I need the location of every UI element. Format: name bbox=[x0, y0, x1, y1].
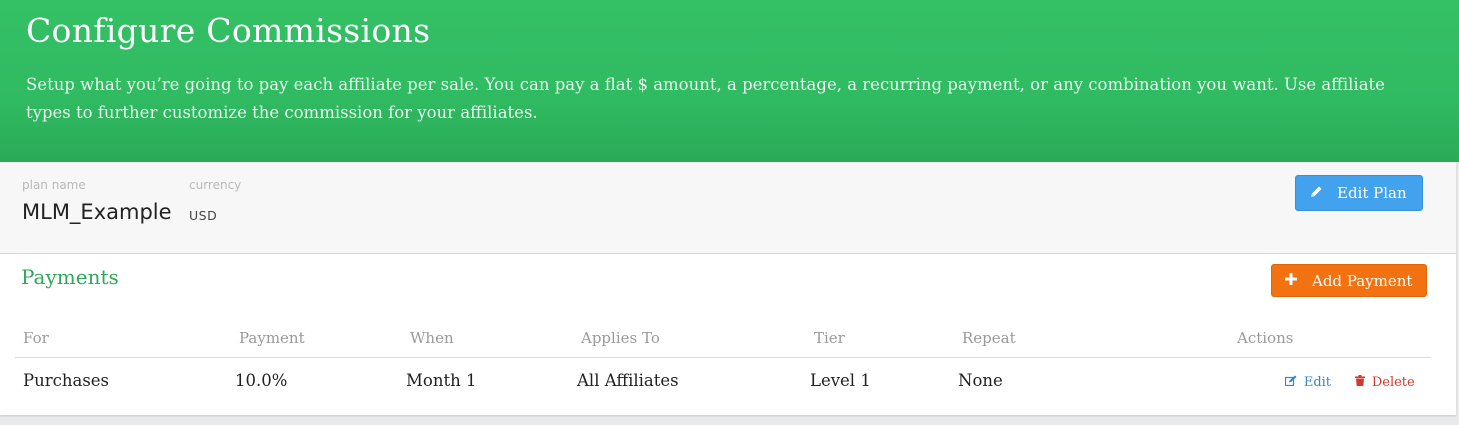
pencil-icon bbox=[1309, 185, 1323, 202]
currency-label: currency bbox=[189, 178, 242, 192]
cell-repeat: None bbox=[958, 371, 1003, 390]
cell-when: Month 1 bbox=[406, 371, 477, 390]
plan-name-label: plan name bbox=[22, 178, 86, 192]
add-payment-button[interactable]: Add Payment bbox=[1271, 264, 1427, 297]
edit-plan-button[interactable]: Edit Plan bbox=[1295, 175, 1423, 211]
page-title: Configure Commissions bbox=[26, 11, 431, 50]
edit-icon bbox=[1284, 375, 1301, 389]
commission-plan-card: plan name currency MLM_Example USD Edit … bbox=[0, 162, 1456, 415]
column-header-payment: Payment bbox=[239, 329, 305, 347]
add-payment-label: Add Payment bbox=[1312, 271, 1413, 290]
payments-section-title: Payments bbox=[21, 265, 119, 289]
cell-tier: Level 1 bbox=[810, 371, 871, 390]
column-header-applies-to: Applies To bbox=[581, 329, 660, 347]
edit-plan-label: Edit Plan bbox=[1337, 184, 1407, 202]
currency-value: USD bbox=[189, 208, 218, 223]
edit-payment-label: Edit bbox=[1303, 375, 1332, 390]
cell-for: Purchases bbox=[23, 371, 110, 390]
column-header-repeat: Repeat bbox=[962, 329, 1016, 347]
page-description: Setup what you’re going to pay each affi… bbox=[26, 75, 1385, 122]
column-header-tier: Tier bbox=[814, 329, 845, 347]
page-header: Configure Commissions Setup what you’re … bbox=[0, 0, 1459, 162]
plan-name-value: MLM_Example bbox=[22, 200, 172, 224]
column-header-when: When bbox=[410, 329, 454, 347]
plus-icon bbox=[1284, 272, 1298, 289]
cell-payment: 10.0% bbox=[235, 371, 288, 390]
plan-info-bar: plan name currency MLM_Example USD Edit … bbox=[0, 162, 1456, 254]
column-header-for: For bbox=[23, 329, 49, 347]
column-header-actions: Actions bbox=[1237, 329, 1294, 347]
table-header-divider bbox=[15, 357, 1431, 358]
cell-applies-to: All Affiliates bbox=[577, 371, 679, 390]
delete-payment-label: Delete bbox=[1371, 375, 1415, 390]
edit-payment-link[interactable]: Edit bbox=[1284, 375, 1332, 390]
trash-icon bbox=[1355, 375, 1369, 389]
delete-payment-link[interactable]: Delete bbox=[1355, 375, 1415, 390]
